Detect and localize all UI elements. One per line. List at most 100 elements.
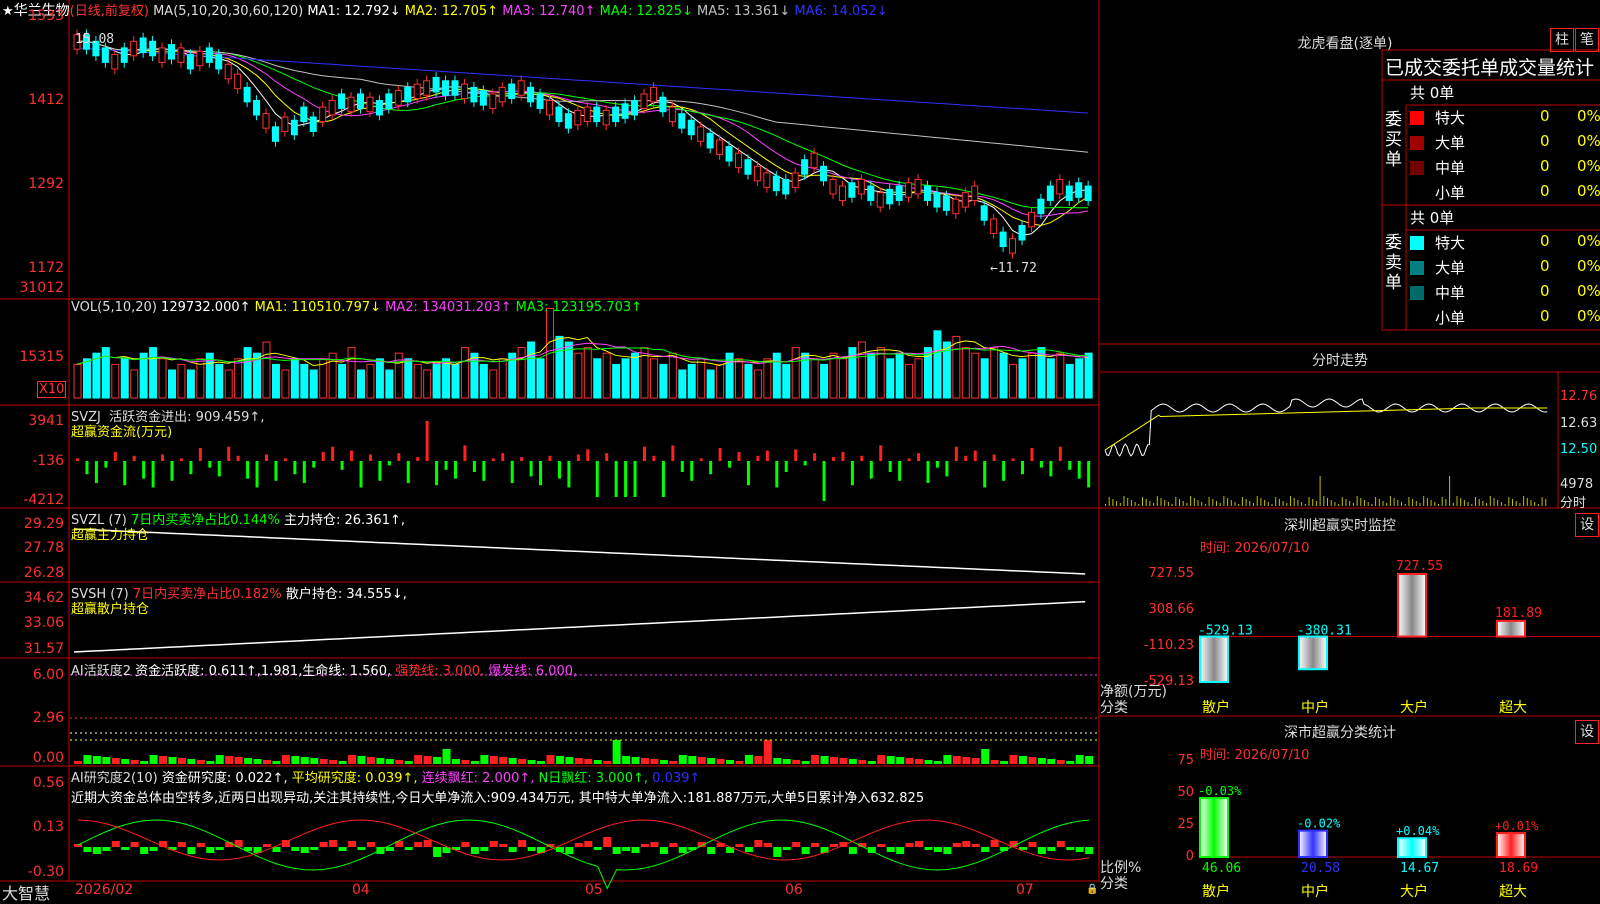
ai-research-bar (744, 847, 753, 852)
stats-title: 深市超赢分类统计 (1284, 725, 1396, 741)
intraday-volume-bar (1234, 502, 1236, 506)
ai-research-bar (140, 847, 149, 854)
intraday-volume-bar (1408, 497, 1410, 506)
intraday-volume-bar (1434, 502, 1436, 506)
svzj-bar (605, 453, 609, 461)
ai-activity-bar (603, 761, 612, 764)
lock-icon[interactable]: 🔒 (1086, 884, 1098, 895)
candlestick (857, 174, 865, 200)
volume-bar (763, 358, 772, 399)
ai-activity-bar (253, 759, 262, 764)
intraday-volume-bar (1441, 497, 1443, 506)
candlestick (413, 78, 421, 104)
intraday-volume-bar (1415, 501, 1417, 506)
intraday-volume-bar (1541, 497, 1543, 506)
svzj-bar (832, 457, 835, 461)
ai-activity-bar (905, 758, 914, 764)
volume-bar (73, 363, 82, 399)
ai-research-text3: 连续飘红: 2.000↑, (421, 771, 535, 786)
intraday-volume-bar (1512, 499, 1513, 506)
ai-activity-bar (697, 757, 706, 764)
candlestick (829, 174, 837, 200)
ai-activity-bar (688, 756, 697, 764)
stats-settings-button[interactable]: 设 (1575, 720, 1599, 744)
candlestick (914, 174, 922, 200)
svzj-bar (690, 461, 694, 481)
svzj-bar (123, 461, 127, 486)
ai-activity-bar (801, 761, 810, 764)
svzj-bar (586, 449, 590, 461)
intraday-volume-bar (1164, 500, 1166, 506)
stats-tick: 25 (1177, 817, 1194, 832)
volume-bar (593, 358, 602, 399)
ai-research-bar (792, 842, 801, 847)
intraday-volume-bar (1397, 500, 1399, 506)
candlestick (649, 82, 657, 108)
buy-row-percent: 0% (1577, 182, 1600, 200)
volume-bar (1046, 358, 1055, 399)
ai-activity-bar (555, 756, 564, 764)
y-tick: -0.30 (27, 864, 64, 880)
monitor-bar (1397, 573, 1427, 638)
ai-activity-bar (1019, 756, 1027, 764)
volume-bar (158, 358, 167, 399)
ai-activity-bar (659, 760, 668, 764)
ai-activity-bar (933, 761, 942, 764)
y-tick: 27.78 (23, 540, 64, 556)
intraday-volume-bar (1523, 496, 1525, 506)
pen-view-button[interactable]: 笔 (1575, 28, 1599, 52)
intraday-volume-bar (1475, 497, 1476, 506)
sell-row-count: 0 (1540, 257, 1550, 275)
intraday-volume-bar (1412, 499, 1414, 506)
monitor-bar (1496, 619, 1526, 638)
volume-bar (1084, 352, 1093, 399)
candlestick (196, 45, 204, 71)
ai-research-bar (641, 844, 649, 847)
sell-row-count: 0 (1540, 232, 1550, 250)
candlestick (905, 177, 913, 203)
vol-value-2: MA1: 110510.797↓ (254, 300, 386, 315)
svsh-hold: 散户持仓: 34.555↓, (285, 587, 407, 602)
ai-activity-bar (452, 759, 460, 764)
svzj-bar (945, 461, 949, 477)
sell-row-count: 0 (1540, 282, 1550, 300)
stats-bar (1496, 832, 1526, 858)
ai-activity-bar (281, 755, 290, 764)
sell-row-percent: 0% (1577, 282, 1600, 300)
intraday-volume-bar (1426, 498, 1428, 506)
ma-value-5: MA5: 13.361↓ (697, 4, 795, 19)
intraday-volume-bar (1308, 497, 1310, 506)
svzj-bar (860, 455, 864, 461)
intraday-volume-bar (1393, 498, 1395, 506)
ai-research-bar (962, 841, 971, 847)
intraday-volume-bar (1149, 501, 1151, 506)
svzj-bar (898, 461, 902, 481)
candlestick (271, 121, 279, 147)
candlestick (1009, 233, 1017, 259)
ai-research-bar (612, 847, 621, 854)
intraday-volume-bar (1360, 498, 1362, 506)
volume-bar (1018, 358, 1027, 399)
intraday-volume-bar (1167, 502, 1169, 506)
candlestick (300, 101, 308, 127)
ai-activity-bar (319, 759, 328, 764)
monitor-title: 深圳超赢实时监控 (1284, 518, 1396, 534)
ai-research-bar (423, 840, 432, 847)
intraday-volume-bar (1463, 500, 1465, 506)
svzj-bar (151, 461, 155, 488)
ai-research-bar (830, 844, 838, 847)
intraday-volume-bar (1419, 503, 1421, 506)
ai-activity-bar (102, 757, 111, 764)
buy-total: 共 0单 (1410, 84, 1455, 102)
bar-view-button[interactable]: 柱 (1550, 28, 1574, 52)
candlestick (1046, 180, 1054, 206)
stats-tick: 50 (1177, 785, 1194, 800)
sell-color-swatch (1410, 311, 1424, 325)
svzj-bar (813, 453, 817, 461)
volume-bar (621, 358, 630, 399)
main-chart-canvas[interactable] (0, 0, 1100, 900)
monitor-bar (1298, 635, 1328, 671)
vol-values: 129732.000↑ MA1: 110510.797↓ MA2: 134031… (161, 300, 642, 315)
intraday-volume-bar (1330, 500, 1332, 506)
monitor-settings-button[interactable]: 设 (1575, 513, 1599, 537)
